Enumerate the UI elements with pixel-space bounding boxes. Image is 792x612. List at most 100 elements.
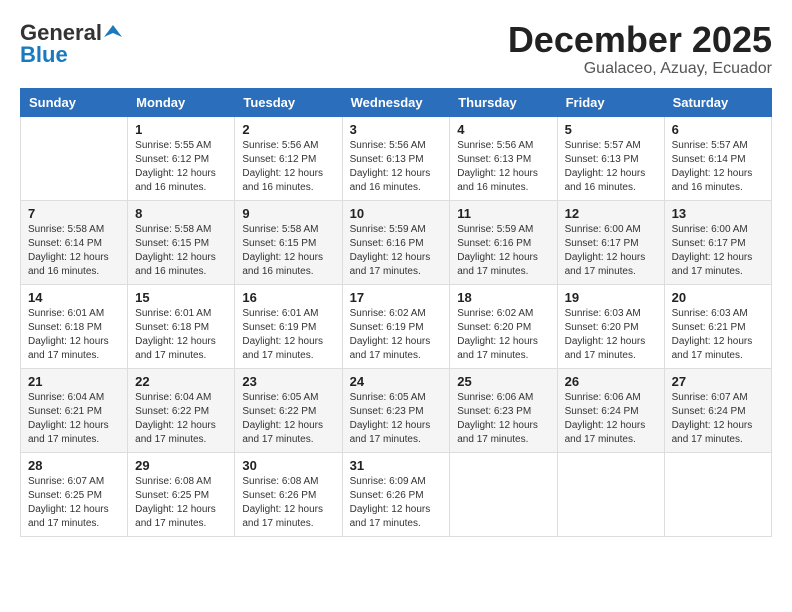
sunset: Sunset: 6:16 PM [457, 238, 531, 249]
sunset: Sunset: 6:23 PM [457, 406, 531, 417]
sunset: Sunset: 6:16 PM [350, 238, 424, 249]
calendar-week-5: 28 Sunrise: 6:07 AM Sunset: 6:25 PM Dayl… [21, 452, 772, 536]
daylight: Daylight: 12 hours and 17 minutes. [350, 252, 431, 277]
table-row: 11 Sunrise: 5:59 AM Sunset: 6:16 PM Dayl… [450, 200, 557, 284]
table-row: 5 Sunrise: 5:57 AM Sunset: 6:13 PM Dayli… [557, 116, 664, 200]
table-row: 9 Sunrise: 5:58 AM Sunset: 6:15 PM Dayli… [235, 200, 342, 284]
table-row: 23 Sunrise: 6:05 AM Sunset: 6:22 PM Dayl… [235, 368, 342, 452]
day-number: 12 [565, 206, 657, 221]
day-info: Sunrise: 6:01 AM Sunset: 6:19 PM Dayligh… [242, 307, 334, 363]
sunset: Sunset: 6:21 PM [672, 322, 746, 333]
day-info: Sunrise: 6:01 AM Sunset: 6:18 PM Dayligh… [28, 307, 120, 363]
table-row: 27 Sunrise: 6:07 AM Sunset: 6:24 PM Dayl… [664, 368, 771, 452]
table-row: 3 Sunrise: 5:56 AM Sunset: 6:13 PM Dayli… [342, 116, 450, 200]
day-info: Sunrise: 5:59 AM Sunset: 6:16 PM Dayligh… [350, 223, 443, 279]
day-number: 15 [135, 290, 227, 305]
sunrise: Sunrise: 6:08 AM [135, 476, 211, 487]
day-info: Sunrise: 6:03 AM Sunset: 6:20 PM Dayligh… [565, 307, 657, 363]
daylight: Daylight: 12 hours and 17 minutes. [242, 504, 323, 529]
day-info: Sunrise: 6:02 AM Sunset: 6:19 PM Dayligh… [350, 307, 443, 363]
sunrise: Sunrise: 6:08 AM [242, 476, 318, 487]
sunset: Sunset: 6:13 PM [457, 154, 531, 165]
calendar-week-4: 21 Sunrise: 6:04 AM Sunset: 6:21 PM Dayl… [21, 368, 772, 452]
table-row: 26 Sunrise: 6:06 AM Sunset: 6:24 PM Dayl… [557, 368, 664, 452]
sunset: Sunset: 6:14 PM [28, 238, 102, 249]
day-number: 28 [28, 458, 120, 473]
day-info: Sunrise: 6:05 AM Sunset: 6:22 PM Dayligh… [242, 391, 334, 447]
day-info: Sunrise: 5:56 AM Sunset: 6:13 PM Dayligh… [350, 139, 443, 195]
day-info: Sunrise: 5:58 AM Sunset: 6:15 PM Dayligh… [242, 223, 334, 279]
day-info: Sunrise: 5:59 AM Sunset: 6:16 PM Dayligh… [457, 223, 549, 279]
table-row: 25 Sunrise: 6:06 AM Sunset: 6:23 PM Dayl… [450, 368, 557, 452]
sunrise: Sunrise: 6:05 AM [350, 392, 426, 403]
daylight: Daylight: 12 hours and 17 minutes. [350, 336, 431, 361]
logo: General Blue [20, 20, 122, 68]
sunset: Sunset: 6:19 PM [242, 322, 316, 333]
table-row: 8 Sunrise: 5:58 AM Sunset: 6:15 PM Dayli… [128, 200, 235, 284]
col-saturday: Saturday [664, 88, 771, 116]
daylight: Daylight: 12 hours and 17 minutes. [135, 504, 216, 529]
table-row: 13 Sunrise: 6:00 AM Sunset: 6:17 PM Dayl… [664, 200, 771, 284]
col-wednesday: Wednesday [342, 88, 450, 116]
sunrise: Sunrise: 6:09 AM [350, 476, 426, 487]
sunset: Sunset: 6:15 PM [135, 238, 209, 249]
sunset: Sunset: 6:24 PM [672, 406, 746, 417]
day-number: 27 [672, 374, 764, 389]
day-info: Sunrise: 5:56 AM Sunset: 6:13 PM Dayligh… [457, 139, 549, 195]
sunrise: Sunrise: 6:01 AM [135, 308, 211, 319]
day-info: Sunrise: 6:03 AM Sunset: 6:21 PM Dayligh… [672, 307, 764, 363]
day-number: 31 [350, 458, 443, 473]
table-row: 1 Sunrise: 5:55 AM Sunset: 6:12 PM Dayli… [128, 116, 235, 200]
day-info: Sunrise: 6:02 AM Sunset: 6:20 PM Dayligh… [457, 307, 549, 363]
day-info: Sunrise: 6:04 AM Sunset: 6:22 PM Dayligh… [135, 391, 227, 447]
day-number: 8 [135, 206, 227, 221]
daylight: Daylight: 12 hours and 17 minutes. [350, 420, 431, 445]
table-row [664, 452, 771, 536]
table-row: 16 Sunrise: 6:01 AM Sunset: 6:19 PM Dayl… [235, 284, 342, 368]
table-row: 7 Sunrise: 5:58 AM Sunset: 6:14 PM Dayli… [21, 200, 128, 284]
sunrise: Sunrise: 5:57 AM [672, 140, 748, 151]
day-number: 19 [565, 290, 657, 305]
calendar-week-1: 1 Sunrise: 5:55 AM Sunset: 6:12 PM Dayli… [21, 116, 772, 200]
daylight: Daylight: 12 hours and 17 minutes. [672, 252, 753, 277]
col-monday: Monday [128, 88, 235, 116]
sunrise: Sunrise: 6:07 AM [672, 392, 748, 403]
table-row: 6 Sunrise: 5:57 AM Sunset: 6:14 PM Dayli… [664, 116, 771, 200]
daylight: Daylight: 12 hours and 17 minutes. [672, 336, 753, 361]
daylight: Daylight: 12 hours and 17 minutes. [565, 336, 646, 361]
daylight: Daylight: 12 hours and 17 minutes. [350, 504, 431, 529]
sunset: Sunset: 6:25 PM [28, 490, 102, 501]
sunrise: Sunrise: 6:00 AM [672, 224, 748, 235]
day-info: Sunrise: 6:07 AM Sunset: 6:24 PM Dayligh… [672, 391, 764, 447]
day-info: Sunrise: 6:08 AM Sunset: 6:26 PM Dayligh… [242, 475, 334, 531]
daylight: Daylight: 12 hours and 16 minutes. [28, 252, 109, 277]
day-number: 20 [672, 290, 764, 305]
day-number: 24 [350, 374, 443, 389]
day-info: Sunrise: 6:09 AM Sunset: 6:26 PM Dayligh… [350, 475, 443, 531]
day-number: 1 [135, 122, 227, 137]
col-sunday: Sunday [21, 88, 128, 116]
page-header: General Blue December 2025 Gualaceo, Azu… [20, 20, 772, 78]
day-number: 16 [242, 290, 334, 305]
daylight: Daylight: 12 hours and 17 minutes. [135, 420, 216, 445]
daylight: Daylight: 12 hours and 17 minutes. [135, 336, 216, 361]
day-number: 17 [350, 290, 443, 305]
day-info: Sunrise: 5:57 AM Sunset: 6:13 PM Dayligh… [565, 139, 657, 195]
sunset: Sunset: 6:17 PM [672, 238, 746, 249]
calendar-week-2: 7 Sunrise: 5:58 AM Sunset: 6:14 PM Dayli… [21, 200, 772, 284]
table-row [21, 116, 128, 200]
logo-blue-text: Blue [20, 42, 68, 68]
table-row: 4 Sunrise: 5:56 AM Sunset: 6:13 PM Dayli… [450, 116, 557, 200]
daylight: Daylight: 12 hours and 17 minutes. [242, 420, 323, 445]
day-number: 26 [565, 374, 657, 389]
sunrise: Sunrise: 6:07 AM [28, 476, 104, 487]
table-row: 2 Sunrise: 5:56 AM Sunset: 6:12 PM Dayli… [235, 116, 342, 200]
day-info: Sunrise: 6:01 AM Sunset: 6:18 PM Dayligh… [135, 307, 227, 363]
calendar-week-3: 14 Sunrise: 6:01 AM Sunset: 6:18 PM Dayl… [21, 284, 772, 368]
sunrise: Sunrise: 6:02 AM [350, 308, 426, 319]
calendar-header-row: Sunday Monday Tuesday Wednesday Thursday… [21, 88, 772, 116]
daylight: Daylight: 12 hours and 17 minutes. [28, 420, 109, 445]
sunset: Sunset: 6:22 PM [242, 406, 316, 417]
col-thursday: Thursday [450, 88, 557, 116]
sunset: Sunset: 6:13 PM [565, 154, 639, 165]
